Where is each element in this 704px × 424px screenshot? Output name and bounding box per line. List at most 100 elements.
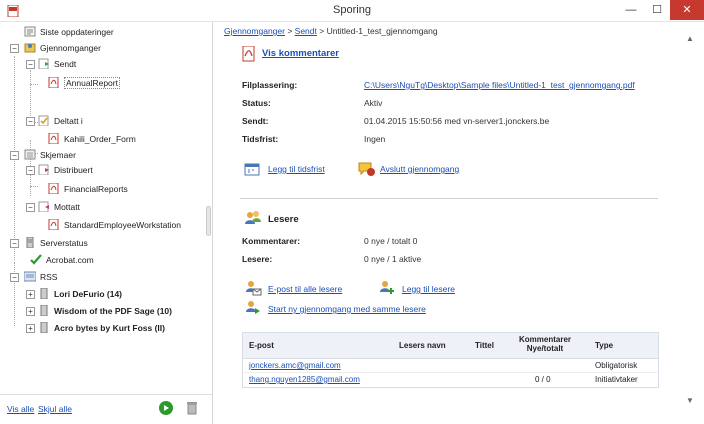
- tree-item-feed-acro-bytes[interactable]: Acro bytes by Kurt Foss (II): [38, 321, 165, 335]
- pdf-file-icon: [48, 183, 59, 194]
- tracker-sidebar: Siste oppdateringer − Gjennomganger − Se…: [0, 22, 213, 424]
- expander-rss[interactable]: −: [10, 273, 19, 282]
- email-all-readers-link[interactable]: E-post til alle lesere: [268, 284, 342, 294]
- feed-icon: [40, 288, 48, 299]
- reader-email-link[interactable]: thang.nguyen1285@gmail.com: [249, 375, 360, 384]
- expander-feed-1[interactable]: +: [26, 290, 35, 299]
- add-readers-link[interactable]: Legg til lesere: [402, 284, 455, 294]
- title-bar: Sporing — ☐ ✕: [0, 0, 704, 22]
- readers-count-value: 0 nye / 1 aktive: [364, 254, 422, 264]
- tree-item-rss[interactable]: RSS: [24, 270, 57, 284]
- reader-email-link[interactable]: jonckers.amc@gmail.com: [249, 361, 341, 370]
- status-label: Status:: [242, 98, 271, 108]
- tree-item-acrobat-com[interactable]: Acrobat.com: [30, 253, 94, 267]
- expander-reviews[interactable]: −: [10, 44, 19, 53]
- reader-comments: 0 / 0: [535, 375, 551, 384]
- expander-joined[interactable]: −: [26, 117, 35, 126]
- pane-splitter[interactable]: [206, 206, 211, 236]
- distributed-folder-icon: [38, 164, 49, 175]
- trash-icon[interactable]: [186, 401, 198, 415]
- deadline-value: Ingen: [364, 134, 386, 144]
- file-location-link[interactable]: C:\Users\NguTg\Desktop\Sample files\Unti…: [364, 80, 635, 90]
- end-review-icon: [358, 162, 375, 176]
- deadline-label: Tidsfrist:: [242, 134, 279, 144]
- add-deadline-link[interactable]: Legg til tidsfrist: [268, 164, 325, 174]
- reader-type: Obligatorisk: [595, 361, 638, 370]
- tree-item-feed-wisdom-pdf-sage[interactable]: Wisdom of the PDF Sage (10): [38, 304, 172, 318]
- tree-item-forms[interactable]: Skjemaer: [24, 148, 76, 162]
- server-icon: [26, 237, 34, 248]
- col-type[interactable]: Type: [595, 341, 613, 350]
- expander-sent[interactable]: −: [26, 60, 35, 69]
- tracker-tree: Siste oppdateringer − Gjennomganger − Se…: [0, 22, 213, 392]
- email-readers-icon: [246, 281, 262, 296]
- expander-feed-2[interactable]: +: [26, 307, 35, 316]
- tree-item-distributed[interactable]: Distribuert: [38, 163, 93, 177]
- expander-forms[interactable]: −: [10, 151, 19, 160]
- checkmark-icon: [30, 254, 42, 265]
- tree-item-sent[interactable]: Sendt: [38, 57, 76, 71]
- tree-item-joined[interactable]: Deltatt i: [38, 114, 83, 128]
- readers-icon: [245, 211, 261, 224]
- col-reader-name[interactable]: Lesers navn: [399, 341, 446, 350]
- readers-heading: Lesere: [268, 214, 299, 225]
- breadcrumb-sent-link[interactable]: Sendt: [295, 26, 317, 36]
- table-row[interactable]: jonckers.amc@gmail.com Obligatorisk: [243, 359, 658, 373]
- tree-item-received[interactable]: Mottatt: [38, 200, 80, 214]
- sent-folder-icon: [38, 58, 49, 69]
- calendar-icon: [244, 163, 260, 176]
- scroll-down-icon[interactable]: ▼: [686, 396, 694, 405]
- sent-label: Sendt:: [242, 116, 269, 126]
- reviews-icon: [24, 43, 36, 53]
- review-details-pane: Gjennomganger > Sendt > Untitled-1_test_…: [214, 22, 704, 424]
- comments-count-label: Kommentarer:: [242, 236, 301, 246]
- col-email[interactable]: E-post: [249, 341, 274, 350]
- tree-item-standard-employee-workstation[interactable]: StandardEmployeeWorkstation: [48, 218, 181, 232]
- expander-received[interactable]: −: [26, 203, 35, 212]
- tree-item-annual-report[interactable]: AnnualReport: [48, 76, 120, 90]
- breadcrumb-reviews-link[interactable]: Gjennomganger: [224, 26, 285, 36]
- minimize-button[interactable]: —: [618, 0, 644, 20]
- start-new-review-link[interactable]: Start ny gjennomgang med samme lesere: [268, 304, 426, 314]
- table-row[interactable]: thang.nguyen1285@gmail.com 0 / 0 Initiat…: [243, 373, 658, 387]
- received-folder-icon: [38, 201, 49, 212]
- expander-server-status[interactable]: −: [10, 239, 19, 248]
- breadcrumb-current: Untitled-1_test_gjennomgang: [326, 26, 438, 36]
- col-comments[interactable]: Kommentarer Nye/totalt: [513, 335, 577, 353]
- col-title[interactable]: Tittel: [475, 341, 494, 350]
- sidebar-footer: Vis alle Skjul alle: [0, 394, 213, 424]
- tree-item-reviews[interactable]: Gjennomganger: [24, 41, 101, 55]
- tree-item-kahili-order-form[interactable]: Kahili_Order_Form: [48, 132, 136, 146]
- feed-icon: [40, 305, 48, 316]
- view-comments-link[interactable]: Vis kommentarer: [262, 48, 339, 59]
- play-icon[interactable]: [159, 401, 173, 415]
- vertical-scrollbar[interactable]: ▲ ▼: [682, 22, 698, 412]
- tree-item-feed-lori-defurio[interactable]: Lori DeFurio (14): [38, 287, 122, 301]
- end-review-link[interactable]: Avslutt gjennomgang: [380, 164, 459, 174]
- readers-table-header: E-post Lesers navn Tittel Kommentarer Ny…: [243, 333, 658, 359]
- reader-type: Initiativtaker: [595, 375, 638, 384]
- pdf-file-icon: [48, 219, 59, 230]
- tree-item-updates[interactable]: Siste oppdateringer: [24, 25, 114, 39]
- maximize-button[interactable]: ☐: [644, 0, 670, 20]
- tree-item-financial-reports[interactable]: FinancialReports: [48, 182, 128, 196]
- rss-icon: [24, 271, 36, 282]
- expander-distributed[interactable]: −: [26, 166, 35, 175]
- new-review-icon: [246, 301, 260, 314]
- section-divider: [240, 198, 658, 199]
- updates-icon: [24, 26, 36, 37]
- file-location-label: Filplassering:: [242, 80, 298, 90]
- comments-count-value: 0 nye / totalt 0: [364, 236, 418, 246]
- tree-item-server-status[interactable]: Serverstatus: [24, 236, 88, 250]
- show-all-link[interactable]: Vis alle: [7, 404, 34, 414]
- sent-value: 01.04.2015 15:50:56 med vn-server1.jonck…: [364, 116, 550, 126]
- breadcrumb: Gjennomganger > Sendt > Untitled-1_test_…: [224, 26, 438, 36]
- close-button[interactable]: ✕: [670, 0, 704, 20]
- hide-all-link[interactable]: Skjul alle: [38, 404, 72, 414]
- pdf-file-icon: [48, 133, 59, 144]
- pdf-comments-icon: [242, 46, 255, 62]
- scroll-up-icon[interactable]: ▲: [686, 34, 694, 43]
- add-readers-icon: [380, 281, 394, 294]
- expander-feed-3[interactable]: +: [26, 324, 35, 333]
- readers-count-label: Lesere:: [242, 254, 273, 264]
